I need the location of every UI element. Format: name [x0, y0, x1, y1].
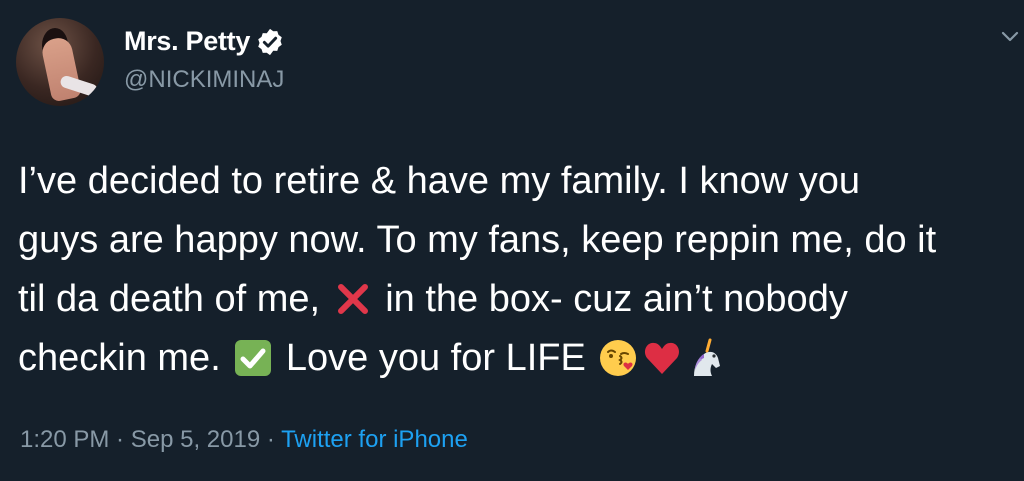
- check-mark-button-icon: [235, 340, 272, 376]
- tweet-text-segment: in the box- cuz ain’t nobody: [385, 278, 848, 320]
- cross-mark-icon: [337, 284, 368, 314]
- tweet-line: guys are happy now. To my fans, keep rep…: [18, 219, 937, 261]
- meta-separator: ·: [260, 426, 282, 453]
- tweet-text-segment: Love you for LIFE: [285, 337, 586, 379]
- avatar[interactable]: [16, 18, 104, 106]
- tweet-text-segment: til da death of me,: [18, 278, 321, 320]
- chevron-down-icon[interactable]: [1000, 30, 1020, 44]
- red-heart-icon: [645, 342, 680, 374]
- tweet-text: I’ve decided to retire & have my family.…: [18, 152, 1008, 388]
- tweet-line: til da death of me, in the box- cuz ain’…: [18, 270, 1008, 329]
- user-handle[interactable]: @NICKIMINAJ: [124, 66, 284, 94]
- verified-badge-icon: [258, 28, 282, 56]
- display-name[interactable]: Mrs. Petty: [124, 26, 250, 57]
- meta-separator: ·: [109, 426, 131, 453]
- tweet-time[interactable]: 1:20 PM: [20, 426, 109, 453]
- tweet-source-link[interactable]: Twitter for iPhone: [281, 426, 468, 453]
- tweet-text-segment: checkin me.: [18, 337, 221, 379]
- unicorn-icon: [694, 338, 721, 376]
- tweet-line: I’ve decided to retire & have my family.…: [18, 160, 860, 202]
- kissing-face-icon: [600, 340, 637, 376]
- tweet-line: checkin me. Love you for LIFE: [18, 329, 1008, 388]
- tweet-card: Mrs. Petty @NICKIMINAJ I’ve decided to r…: [0, 0, 1024, 481]
- avatar-figure: [39, 35, 83, 103]
- tweet-meta: 1:20 PM · Sep 5, 2019 · Twitter for iPho…: [20, 426, 468, 454]
- tweet-date[interactable]: Sep 5, 2019: [131, 426, 260, 453]
